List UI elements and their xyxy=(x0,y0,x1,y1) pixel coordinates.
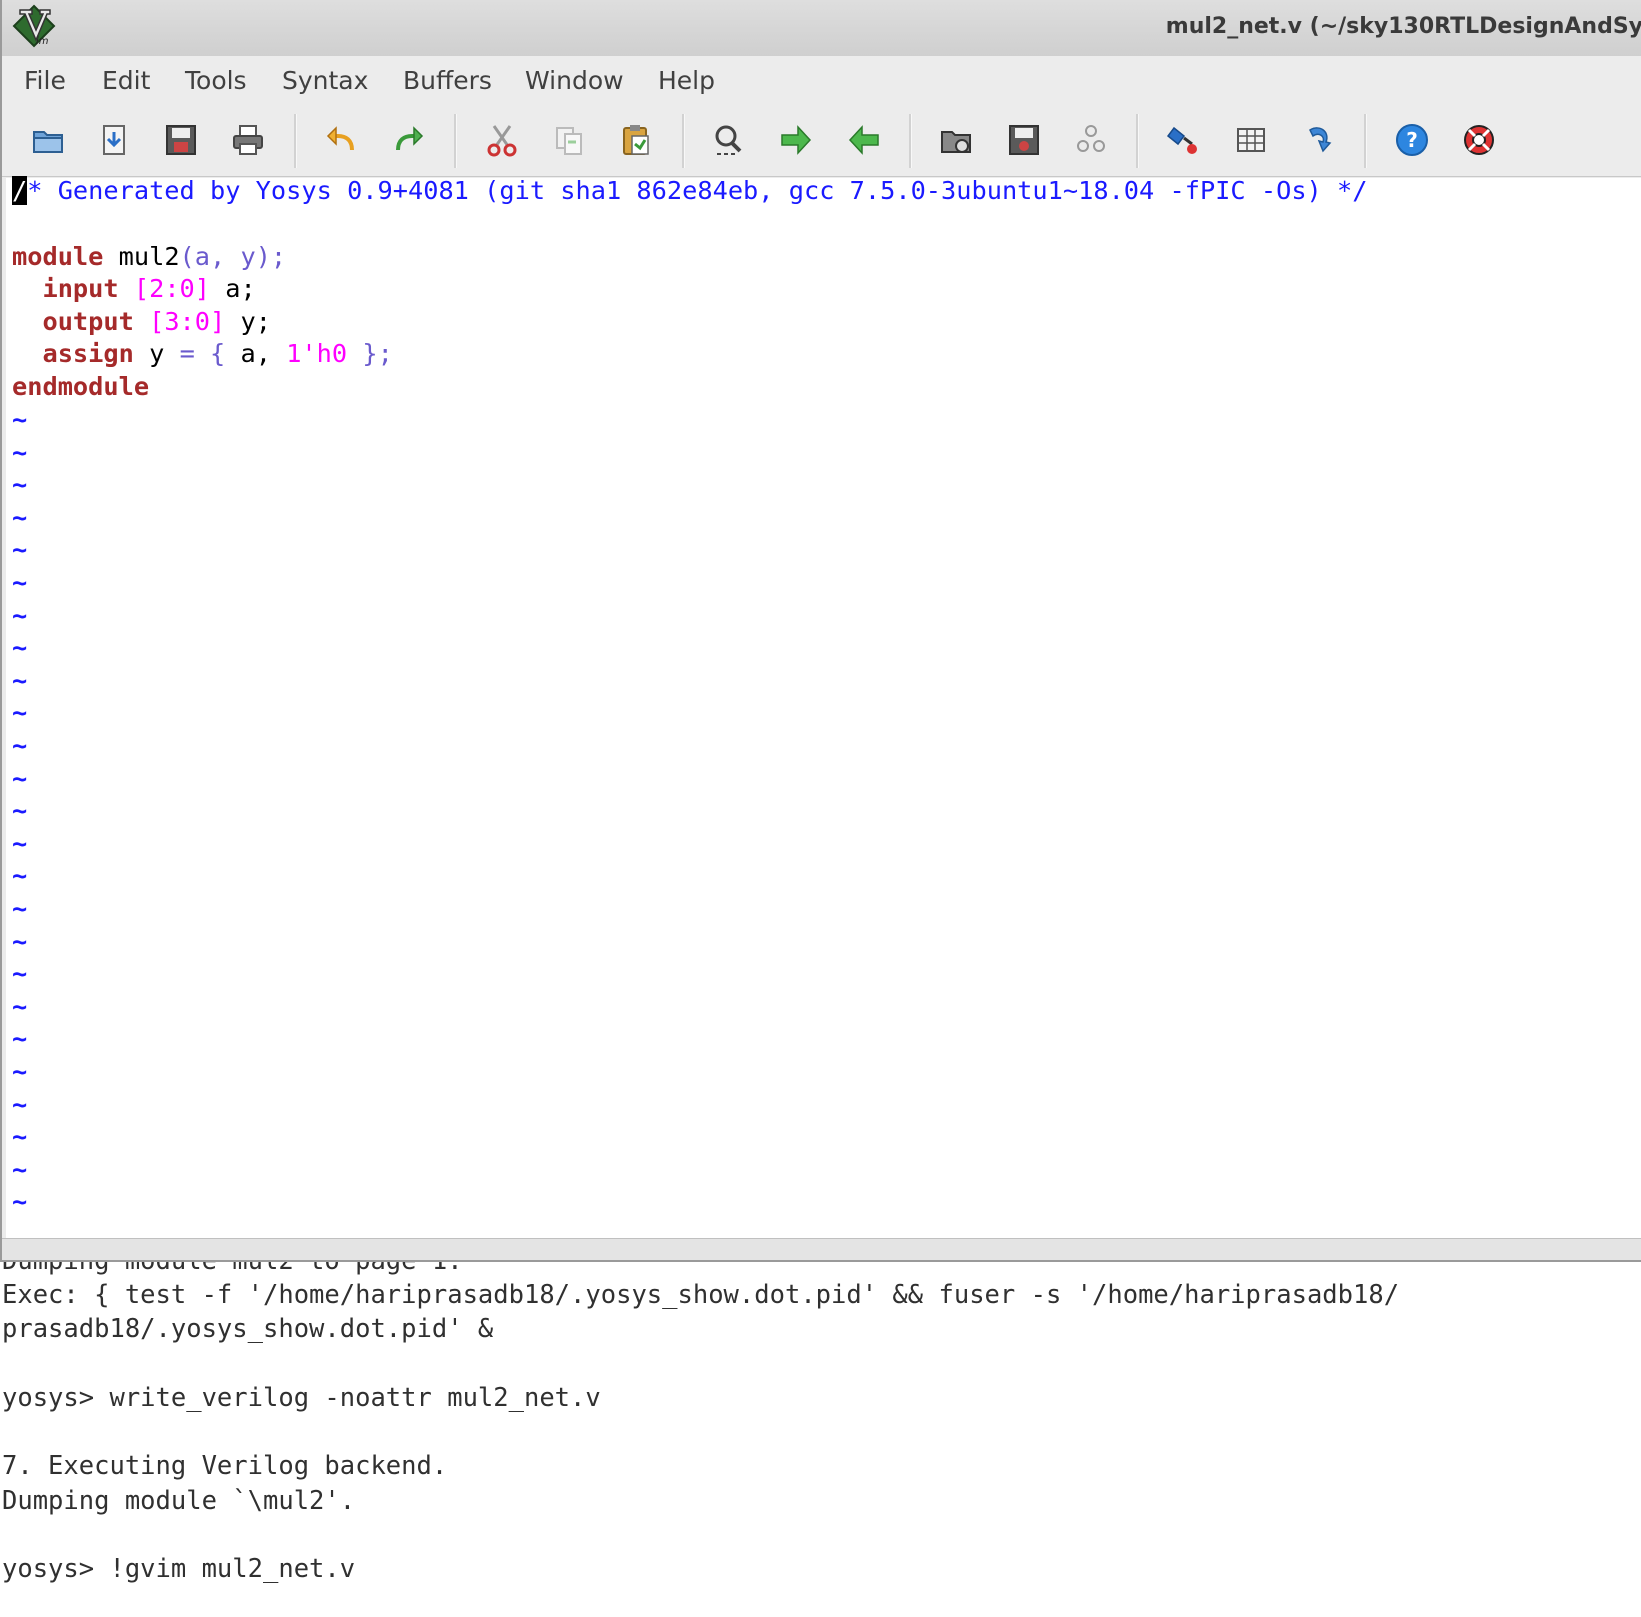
find-help-icon[interactable] xyxy=(1457,118,1501,162)
title-bar[interactable]: im mul2_net.v (~/sky130RTLDesignAndSy xyxy=(2,0,1641,56)
ctags-icon[interactable] xyxy=(1296,118,1340,162)
empty-line-tilde: ~ xyxy=(12,438,28,467)
shell-icon[interactable] xyxy=(1229,118,1273,162)
find-icon[interactable] xyxy=(707,118,751,162)
empty-line-tilde: ~ xyxy=(12,959,28,988)
toolbar-separator xyxy=(1364,114,1367,168)
editor-status-strip xyxy=(2,1238,1641,1262)
code-line-comment: /* Generated by Yosys 0.9+4081 (git sha1… xyxy=(12,176,1368,205)
empty-line-tilde: ~ xyxy=(12,829,28,858)
svg-text:im: im xyxy=(36,36,49,47)
open-file-icon[interactable] xyxy=(26,118,70,162)
find-prev-icon[interactable] xyxy=(842,118,886,162)
terminal-line: Dumping module `\mul2'. xyxy=(2,1486,356,1516)
terminal-output: Dumping module mul2 to page 1. Exec: { t… xyxy=(0,1262,1641,1617)
redo-icon[interactable] xyxy=(386,118,430,162)
empty-line-tilde: ~ xyxy=(12,894,28,923)
text-cursor: / xyxy=(12,176,28,205)
menu-tools[interactable]: Tools xyxy=(185,64,247,97)
empty-line-tilde: ~ xyxy=(12,698,28,727)
menu-window[interactable]: Window xyxy=(525,64,624,97)
empty-line-tilde: ~ xyxy=(12,764,28,793)
toolbar-separator xyxy=(1136,114,1139,168)
terminal-line: prasadb18/.yosys_show.dot.pid' & xyxy=(2,1314,494,1344)
empty-line-tilde: ~ xyxy=(12,601,28,630)
menu-help[interactable]: Help xyxy=(658,64,715,97)
empty-line-tilde: ~ xyxy=(12,405,28,434)
terminal-prompt-line: yosys> !gvim mul2_net.v xyxy=(2,1554,356,1584)
toolbar-separator xyxy=(682,114,685,168)
paste-icon[interactable] xyxy=(614,118,658,162)
empty-line-tilde: ~ xyxy=(12,503,28,532)
terminal-line: Exec: { test -f '/home/hariprasadb18/.yo… xyxy=(2,1280,1400,1310)
save-session-icon[interactable] xyxy=(1002,118,1046,162)
save-all-icon[interactable] xyxy=(159,118,203,162)
menu-syntax[interactable]: Syntax xyxy=(282,64,368,97)
code-line-output: output [3:0] y; xyxy=(42,307,271,336)
editor-buffer[interactable]: /* Generated by Yosys 0.9+4081 (git sha1… xyxy=(6,176,1641,1238)
svg-text:?: ? xyxy=(1406,128,1418,152)
empty-line-tilde: ~ xyxy=(12,1155,28,1184)
empty-line-tilde: ~ xyxy=(12,470,28,499)
code-line-endmodule: endmodule xyxy=(12,372,150,401)
print-icon[interactable] xyxy=(226,118,270,162)
undo-icon[interactable] xyxy=(320,118,364,162)
empty-line-tilde: ~ xyxy=(12,1090,28,1119)
menu-edit[interactable]: Edit xyxy=(102,64,150,97)
toolbar: ? xyxy=(2,104,1641,177)
empty-line-tilde: ~ xyxy=(12,535,28,564)
empty-line-tilde: ~ xyxy=(12,1122,28,1151)
toolbar-separator xyxy=(294,114,297,168)
vim-logo-icon[interactable]: im xyxy=(12,4,56,48)
save-icon[interactable] xyxy=(92,118,136,162)
terminal-line: Dumping module mul2 to page 1. xyxy=(2,1262,463,1278)
menu-buffers[interactable]: Buffers xyxy=(403,64,492,97)
copy-icon[interactable] xyxy=(547,118,591,162)
empty-line-tilde: ~ xyxy=(12,666,28,695)
terminal-line: 7. Executing Verilog backend. xyxy=(2,1451,448,1481)
code-line-input: input [2:0] a; xyxy=(42,274,256,303)
toolbar-separator xyxy=(909,114,912,168)
code-line-assign: assign y = { a, 1'h0 }; xyxy=(42,339,393,368)
load-session-icon[interactable] xyxy=(934,118,978,162)
menu-file[interactable]: File xyxy=(24,64,66,97)
empty-line-tilde: ~ xyxy=(12,796,28,825)
menu-bar: File Edit Tools Syntax Buffers Window He… xyxy=(2,56,1641,104)
empty-line-tilde: ~ xyxy=(12,1187,28,1216)
empty-line-tilde: ~ xyxy=(12,861,28,890)
empty-line-tilde: ~ xyxy=(12,731,28,760)
empty-line-tilde: ~ xyxy=(12,1057,28,1086)
make-icon[interactable] xyxy=(1162,118,1206,162)
empty-line-tilde: ~ xyxy=(12,568,28,597)
run-script-icon[interactable] xyxy=(1069,118,1113,162)
empty-line-tilde: ~ xyxy=(12,927,28,956)
code-line-module: module mul2(a, y); xyxy=(12,242,287,271)
empty-line-tilde: ~ xyxy=(12,992,28,1021)
empty-line-tilde: ~ xyxy=(12,1024,28,1053)
help-icon[interactable]: ? xyxy=(1390,118,1434,162)
gvim-window: im mul2_net.v (~/sky130RTLDesignAndSy Fi… xyxy=(0,0,1641,1262)
cut-icon[interactable] xyxy=(480,118,524,162)
window-title: mul2_net.v (~/sky130RTLDesignAndSy xyxy=(1165,14,1641,39)
toolbar-separator xyxy=(454,114,457,168)
find-next-icon[interactable] xyxy=(774,118,818,162)
empty-line-tilde: ~ xyxy=(12,633,28,662)
terminal-prompt-line: yosys> write_verilog -noattr mul2_net.v xyxy=(2,1383,601,1413)
